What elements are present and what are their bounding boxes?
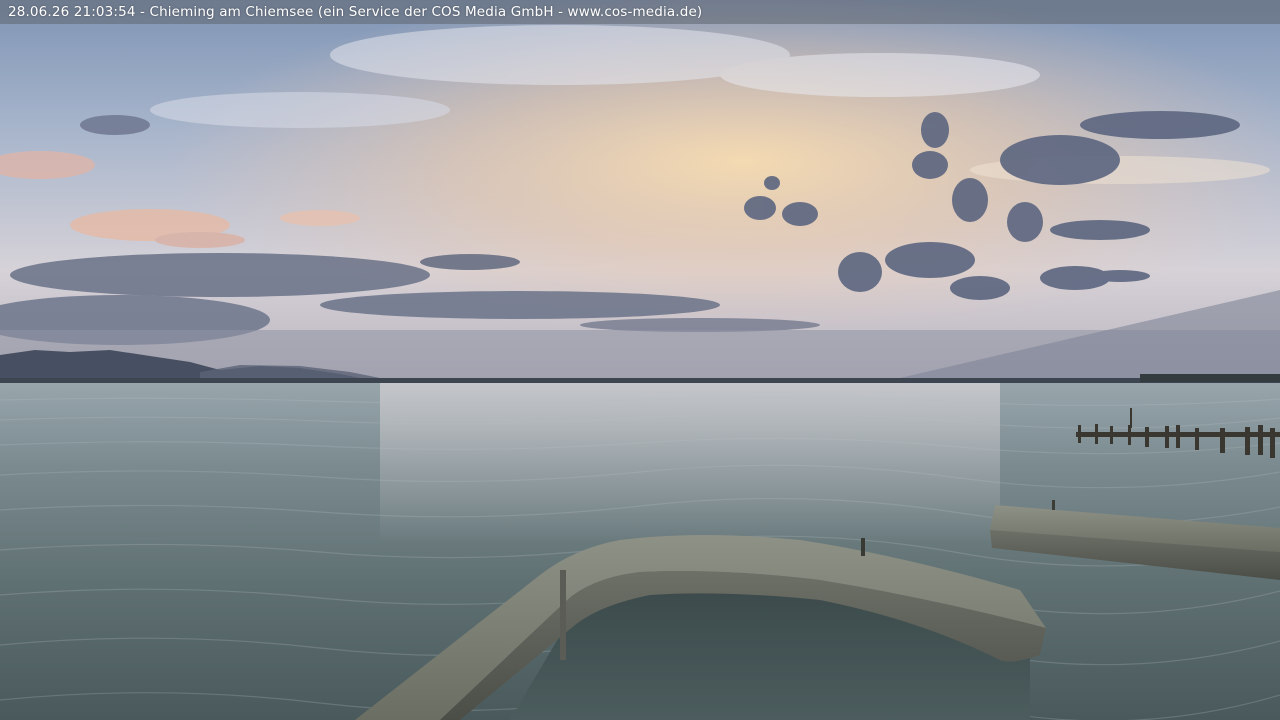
webcam-frame: 28.06.26 21:03:54 - Chieming am Chiemsee… xyxy=(0,0,1280,720)
sky-reflection xyxy=(380,383,1000,543)
timestamp-caption-bar: 28.06.26 21:03:54 - Chieming am Chiemsee… xyxy=(0,0,1280,24)
lake-scene-image xyxy=(0,0,1280,720)
timestamp-caption: 28.06.26 21:03:54 - Chieming am Chiemsee… xyxy=(8,4,703,20)
far-shore xyxy=(0,378,1280,383)
